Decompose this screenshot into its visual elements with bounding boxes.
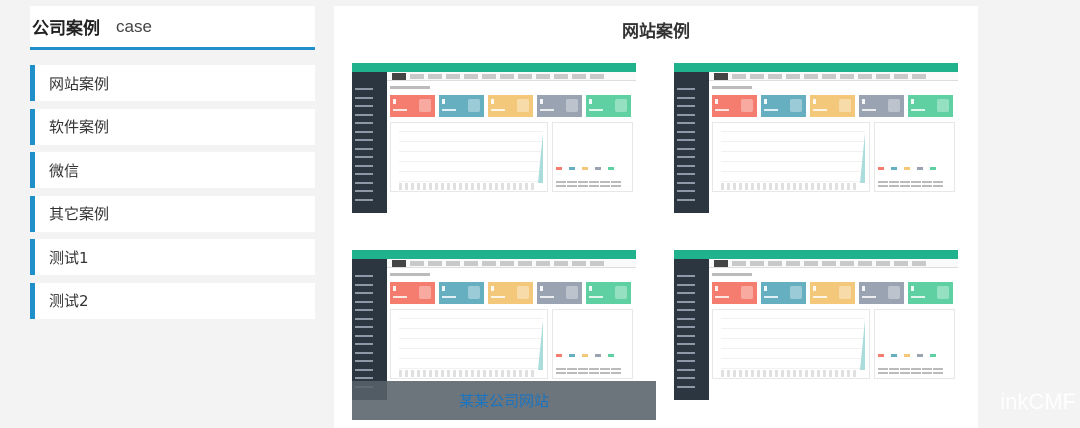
sidebar-subtitle: case: [116, 16, 152, 36]
category-sidebar: 公司案例 case 网站案例 软件案例 微信 其它案例 测试1 测试2: [30, 6, 315, 326]
case-thumbnail[interactable]: [352, 63, 636, 213]
case-thumbnail[interactable]: [352, 250, 636, 400]
thumb-navbar: [674, 259, 958, 268]
thumb-navbar: [352, 72, 636, 81]
thumb-content: [387, 82, 636, 213]
case-thumbnail[interactable]: [674, 63, 958, 213]
thumb-sidebar: [352, 72, 387, 213]
thumb-topbar: [352, 250, 636, 259]
case-hover-caption[interactable]: 某某公司网站: [352, 381, 656, 420]
thumb-sidebar: [674, 72, 709, 213]
thumb-sidebar: [674, 259, 709, 400]
thumb-sidebar: [352, 259, 387, 400]
category-item-software-cases[interactable]: 软件案例: [30, 108, 315, 145]
category-item-other-cases[interactable]: 其它案例: [30, 195, 315, 232]
case-thumbnail[interactable]: [674, 250, 958, 400]
case-gallery: 网站案例 某某公司网站: [334, 6, 978, 428]
thumb-topbar: [352, 63, 636, 72]
thumb-content: [709, 269, 958, 400]
thumb-navbar: [674, 72, 958, 81]
gallery-title: 网站案例: [622, 22, 690, 42]
category-item-test1[interactable]: 测试1: [30, 239, 315, 275]
watermark-text: inkCMF: [1000, 389, 1076, 414]
thumb-navbar: [352, 259, 636, 268]
category-item-wechat[interactable]: 微信: [30, 152, 315, 188]
thumb-topbar: [674, 63, 958, 72]
sidebar-header: 公司案例 case: [30, 6, 315, 50]
thumb-content: [709, 82, 958, 213]
sidebar-title: 公司案例: [32, 19, 100, 39]
thumb-topbar: [674, 250, 958, 259]
category-list: 网站案例 软件案例 微信 其它案例 测试1 测试2: [30, 65, 315, 319]
category-item-website-cases[interactable]: 网站案例: [30, 65, 315, 101]
category-item-test2[interactable]: 测试2: [30, 282, 315, 319]
